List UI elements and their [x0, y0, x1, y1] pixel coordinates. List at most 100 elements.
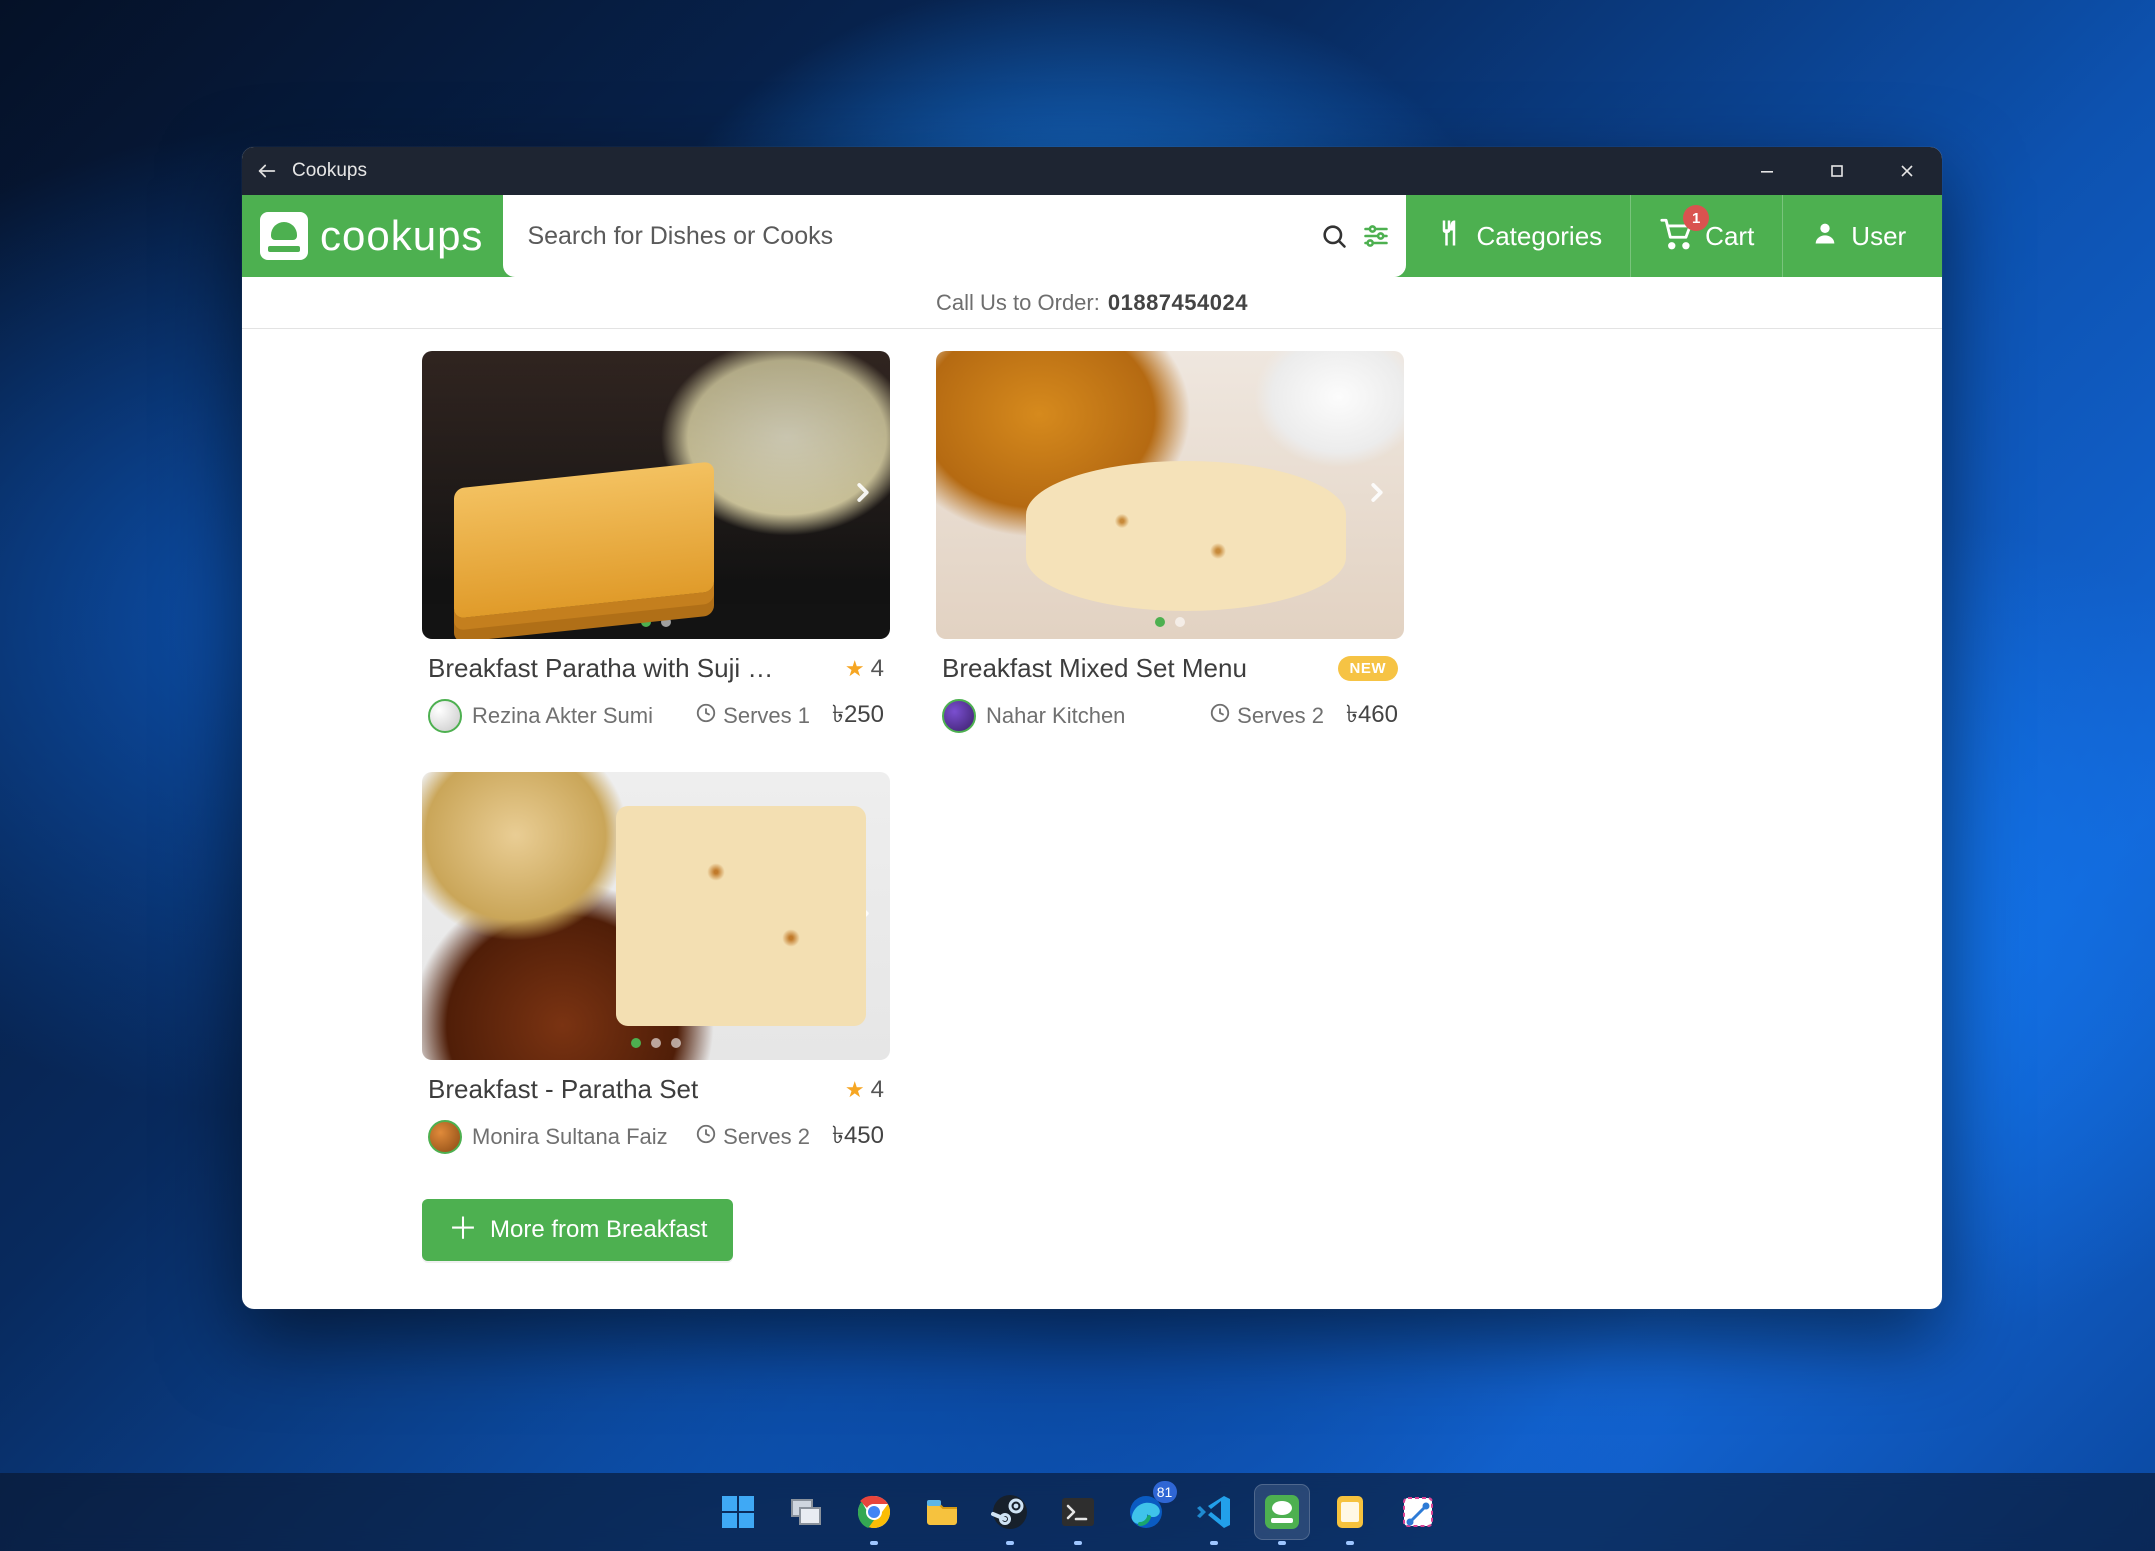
taskbar-file-explorer[interactable] [915, 1485, 969, 1539]
cook-name[interactable]: Rezina Akter Sumi [472, 703, 685, 729]
taskbar-cookups-app[interactable] [1255, 1485, 1309, 1539]
cook-avatar[interactable] [942, 699, 976, 733]
taskbar-running-indicator [1278, 1541, 1286, 1545]
dish-title: Breakfast Mixed Set Menu [942, 653, 1247, 684]
star-icon: ★ [845, 656, 865, 682]
dish-price: ৳250 [832, 696, 884, 736]
window-close-button[interactable] [1872, 147, 1942, 195]
taskbar-edge[interactable]: 81 [1119, 1485, 1173, 1539]
taskbar-running-indicator [1346, 1541, 1354, 1545]
dish-card[interactable]: Breakfast Mixed Set Menu NEW Nahar Kitch… [936, 351, 1404, 736]
nav-categories[interactable]: Categories [1406, 195, 1630, 277]
cutlery-icon [1434, 218, 1464, 255]
window-titlebar: Cookups [242, 147, 1942, 195]
steam-icon [990, 1492, 1030, 1532]
dish-image [422, 772, 890, 1060]
dish-image [422, 351, 890, 639]
dish-serves-text: Serves 2 [1237, 703, 1324, 729]
image-next-icon[interactable] [1362, 478, 1392, 513]
folder-icon [922, 1492, 962, 1532]
cook-avatar[interactable] [428, 699, 462, 733]
cook-avatar[interactable] [428, 1120, 462, 1154]
app-window: Cookups cookups [242, 147, 1942, 1309]
search-bar [503, 195, 1406, 277]
nav-cart-label: Cart [1705, 221, 1754, 252]
nav-categories-label: Categories [1476, 221, 1602, 252]
search-input[interactable] [525, 221, 1306, 252]
taskbar-vscode[interactable] [1187, 1485, 1241, 1539]
carousel-dot[interactable] [1155, 617, 1165, 627]
cook-name[interactable]: Nahar Kitchen [986, 703, 1199, 729]
dish-content: Breakfast Paratha with Suji Fo... ★ 4 Re… [242, 329, 1942, 1309]
dish-serves: Serves 2 [695, 1123, 810, 1151]
clock-icon [695, 1123, 717, 1151]
cart-badge: 1 [1683, 205, 1709, 231]
dish-grid: Breakfast Paratha with Suji Fo... ★ 4 Re… [422, 351, 1942, 1157]
task-view-icon [786, 1492, 826, 1532]
taskbar-notes-app[interactable] [1323, 1485, 1377, 1539]
taskbar-start-button[interactable] [711, 1485, 765, 1539]
plus-icon: ＋ [448, 1215, 478, 1245]
window-minimize-button[interactable] [1732, 147, 1802, 195]
back-button[interactable] [242, 147, 292, 195]
more-button-label: More from Breakfast [490, 1216, 707, 1244]
chrome-icon [854, 1492, 894, 1532]
carousel-dot[interactable] [1175, 617, 1185, 627]
user-icon [1811, 219, 1839, 254]
dish-serves: Serves 2 [1209, 702, 1324, 730]
nav-cart[interactable]: 1 Cart [1630, 195, 1782, 277]
dish-card[interactable]: Breakfast - Paratha Set ★ 4 Monira Sulta… [422, 772, 890, 1157]
order-phone-strip: Call Us to Order: 01887454024 [242, 277, 1942, 329]
window-controls [1732, 147, 1942, 195]
dish-serves-text: Serves 1 [723, 703, 810, 729]
taskbar-running-indicator [1006, 1541, 1014, 1545]
image-next-icon[interactable] [848, 899, 878, 934]
carousel-dot[interactable] [641, 617, 651, 627]
image-next-icon[interactable] [848, 478, 878, 513]
brand-name: cookups [320, 212, 483, 260]
taskbar-terminal[interactable] [1051, 1485, 1105, 1539]
star-icon: ★ [845, 1077, 865, 1103]
dish-rating: ★ 4 [845, 1076, 884, 1104]
dish-serves: Serves 1 [695, 702, 810, 730]
cook-name[interactable]: Monira Sultana Faiz [472, 1124, 685, 1150]
cookups-app-icon [1262, 1492, 1302, 1532]
notes-icon [1330, 1492, 1370, 1532]
dish-title: Breakfast Paratha with Suji Fo... [428, 653, 788, 684]
header-nav: Categories 1 Cart User [1406, 195, 1942, 277]
dish-card[interactable]: Breakfast Paratha with Suji Fo... ★ 4 Re… [422, 351, 890, 736]
filter-icon[interactable] [1362, 222, 1390, 250]
vscode-icon [1194, 1492, 1234, 1532]
window-maximize-button[interactable] [1802, 147, 1872, 195]
snipping-tool-icon [1398, 1492, 1438, 1532]
taskbar-steam[interactable] [983, 1485, 1037, 1539]
windows-taskbar: 81 [0, 1473, 2155, 1551]
nav-user[interactable]: User [1782, 195, 1934, 277]
dish-rating-value: 4 [871, 1076, 884, 1104]
carousel-dot[interactable] [671, 1038, 681, 1048]
dish-title: Breakfast - Paratha Set [428, 1074, 698, 1105]
new-badge: NEW [1338, 656, 1399, 681]
taskbar-snipping-tool[interactable] [1391, 1485, 1445, 1539]
more-from-category-button[interactable]: ＋ More from Breakfast [422, 1199, 733, 1261]
windows-logo-icon [718, 1492, 758, 1532]
image-carousel-dots [631, 1038, 681, 1048]
taskbar-task-view[interactable] [779, 1485, 833, 1539]
taskbar-running-indicator [1074, 1541, 1082, 1545]
taskbar-running-indicator [1210, 1541, 1218, 1545]
brand-logo[interactable]: cookups [242, 212, 503, 260]
terminal-icon [1058, 1492, 1098, 1532]
dish-price: ৳460 [1346, 696, 1398, 736]
carousel-dot[interactable] [661, 617, 671, 627]
order-phone-number[interactable]: 01887454024 [1108, 290, 1248, 316]
nav-user-label: User [1851, 221, 1906, 252]
taskbar-edge-badge: 81 [1153, 1481, 1177, 1503]
clock-icon [695, 702, 717, 730]
carousel-dot[interactable] [651, 1038, 661, 1048]
taskbar-chrome[interactable] [847, 1485, 901, 1539]
dish-price: ৳450 [832, 1117, 884, 1157]
dish-serves-text: Serves 2 [723, 1124, 810, 1150]
clock-icon [1209, 702, 1231, 730]
carousel-dot[interactable] [631, 1038, 641, 1048]
search-icon[interactable] [1320, 222, 1348, 250]
